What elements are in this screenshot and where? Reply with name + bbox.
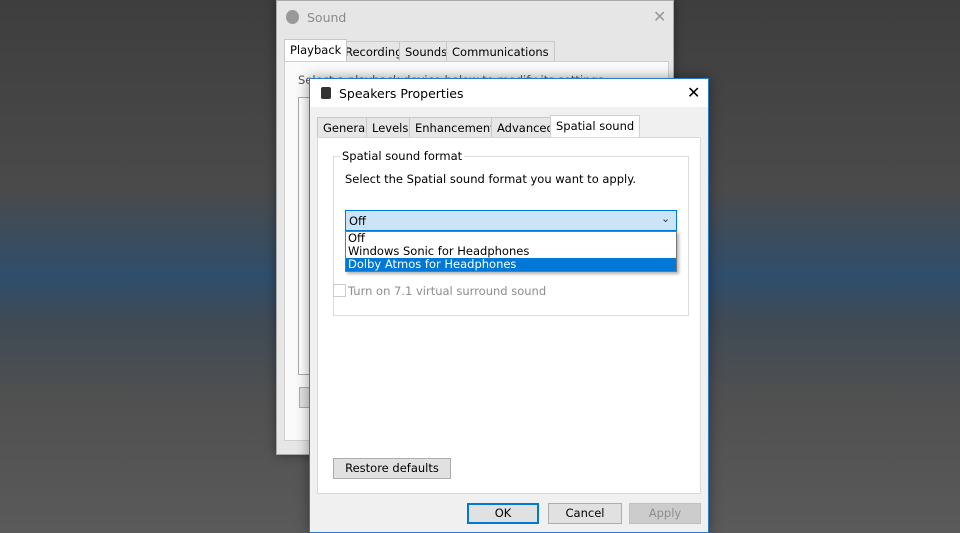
virtual-surround-label: Turn on 7.1 virtual surround sound	[348, 284, 547, 298]
tab-levels[interactable]: Levels	[366, 117, 415, 137]
speaker-icon	[321, 87, 331, 99]
close-icon[interactable]: ✕	[687, 83, 700, 102]
option-dolby-atmos[interactable]: Dolby Atmos for Headphones	[346, 258, 676, 271]
sound-window-title: Sound	[307, 10, 347, 25]
chevron-down-icon[interactable]: ⌄	[661, 212, 670, 225]
virtual-surround-checkbox[interactable]	[333, 284, 346, 297]
apply-button[interactable]: Apply	[629, 503, 701, 524]
speaker-icon	[286, 10, 299, 24]
combo-value: Off	[349, 214, 366, 228]
group-label: Spatial sound format	[340, 149, 465, 163]
ok-button[interactable]: OK	[467, 503, 539, 524]
restore-defaults-button[interactable]: Restore defaults	[333, 458, 451, 479]
close-icon[interactable]: ✕	[653, 7, 666, 26]
spatial-sound-panel: Spatial sound format Select the Spatial …	[317, 137, 701, 494]
format-instruction: Select the Spatial sound format you want…	[345, 172, 637, 186]
title-bar: Speakers Properties ✕	[310, 79, 708, 107]
format-dropdown-list: Off Windows Sonic for Headphones Dolby A…	[345, 231, 677, 272]
dialog-title: Speakers Properties	[339, 86, 464, 101]
spatial-format-combo[interactable]: Off ⌄	[345, 210, 677, 231]
cancel-button[interactable]: Cancel	[548, 503, 622, 524]
tab-playback[interactable]: Playback	[284, 39, 348, 61]
tab-spatial-sound[interactable]: Spatial sound	[550, 115, 641, 137]
tab-communications[interactable]: Communications	[446, 41, 555, 61]
speakers-properties-dialog: Speakers Properties ✕ General Levels Enh…	[309, 78, 709, 533]
